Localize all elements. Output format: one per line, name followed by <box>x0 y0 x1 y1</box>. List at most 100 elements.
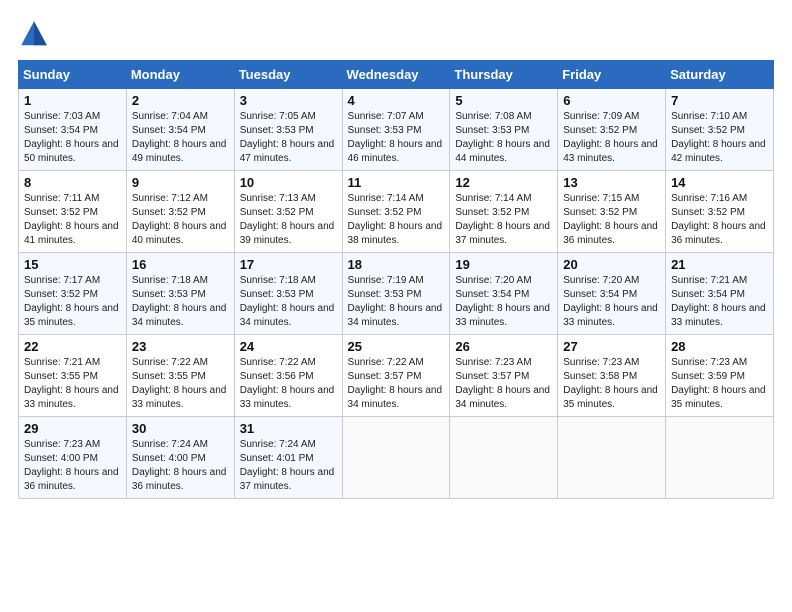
day-number: 16 <box>132 257 229 272</box>
calendar-day-cell: 24 Sunrise: 7:22 AMSunset: 3:56 PMDayligh… <box>234 335 342 417</box>
logo-icon <box>18 18 50 50</box>
calendar-day-cell: 21 Sunrise: 7:21 AMSunset: 3:54 PMDayligh… <box>666 253 774 335</box>
logo <box>18 18 56 50</box>
day-info: Sunrise: 7:22 AMSunset: 3:55 PMDaylight:… <box>132 357 227 410</box>
calendar-day-cell: 4 Sunrise: 7:07 AMSunset: 3:53 PMDaylight… <box>342 89 450 171</box>
weekday-header: Sunday <box>19 61 127 89</box>
day-info: Sunrise: 7:16 AMSunset: 3:52 PMDaylight:… <box>671 193 766 246</box>
day-number: 15 <box>24 257 121 272</box>
day-number: 17 <box>240 257 337 272</box>
day-number: 7 <box>671 93 768 108</box>
calendar-week-row: 8 Sunrise: 7:11 AMSunset: 3:52 PMDaylight… <box>19 171 774 253</box>
calendar-day-cell: 20Sunrise: 7:20 AMSunset: 3:54 PMDayligh… <box>558 253 666 335</box>
day-info: Sunrise: 7:07 AMSunset: 3:53 PMDaylight:… <box>348 111 443 164</box>
day-number: 28 <box>671 339 768 354</box>
day-number: 6 <box>563 93 660 108</box>
day-number: 8 <box>24 175 121 190</box>
calendar-day-cell: 1 Sunrise: 7:03 AMSunset: 3:54 PMDaylight… <box>19 89 127 171</box>
calendar-week-row: 1 Sunrise: 7:03 AMSunset: 3:54 PMDaylight… <box>19 89 774 171</box>
day-number: 23 <box>132 339 229 354</box>
calendar-day-cell: 12Sunrise: 7:14 AMSunset: 3:52 PMDayligh… <box>450 171 558 253</box>
calendar-day-cell: 18Sunrise: 7:19 AMSunset: 3:53 PMDayligh… <box>342 253 450 335</box>
calendar: SundayMondayTuesdayWednesdayThursdayFrid… <box>18 60 774 499</box>
calendar-day-cell: 25Sunrise: 7:22 AMSunset: 3:57 PMDayligh… <box>342 335 450 417</box>
day-info: Sunrise: 7:24 AMSunset: 4:00 PMDaylight:… <box>132 439 227 492</box>
day-number: 31 <box>240 421 337 436</box>
day-number: 20 <box>563 257 660 272</box>
calendar-week-row: 15 Sunrise: 7:17 AMSunset: 3:52 PMDayligh… <box>19 253 774 335</box>
day-number: 29 <box>24 421 121 436</box>
day-info: Sunrise: 7:21 AMSunset: 3:55 PMDaylight:… <box>24 357 119 410</box>
day-info: Sunrise: 7:08 AMSunset: 3:53 PMDaylight:… <box>455 111 550 164</box>
calendar-day-cell: 17 Sunrise: 7:18 AMSunset: 3:53 PMDayligh… <box>234 253 342 335</box>
day-info: Sunrise: 7:18 AMSunset: 3:53 PMDaylight:… <box>240 275 335 328</box>
day-number: 5 <box>455 93 552 108</box>
day-number: 10 <box>240 175 337 190</box>
weekday-header: Tuesday <box>234 61 342 89</box>
header <box>18 18 774 50</box>
calendar-day-cell: 8 Sunrise: 7:11 AMSunset: 3:52 PMDaylight… <box>19 171 127 253</box>
day-number: 1 <box>24 93 121 108</box>
day-number: 30 <box>132 421 229 436</box>
calendar-day-cell: 26 Sunrise: 7:23 AMSunset: 3:57 PMDayligh… <box>450 335 558 417</box>
day-info: Sunrise: 7:20 AMSunset: 3:54 PMDaylight:… <box>455 275 550 328</box>
day-info: Sunrise: 7:04 AMSunset: 3:54 PMDaylight:… <box>132 111 227 164</box>
calendar-day-cell: 2Sunrise: 7:04 AMSunset: 3:54 PMDaylight… <box>126 89 234 171</box>
day-info: Sunrise: 7:12 AMSunset: 3:52 PMDaylight:… <box>132 193 227 246</box>
weekday-header: Friday <box>558 61 666 89</box>
calendar-day-cell: 30 Sunrise: 7:24 AMSunset: 4:00 PMDayligh… <box>126 417 234 499</box>
calendar-week-row: 29Sunrise: 7:23 AMSunset: 4:00 PMDayligh… <box>19 417 774 499</box>
day-number: 13 <box>563 175 660 190</box>
calendar-day-cell: 15 Sunrise: 7:17 AMSunset: 3:52 PMDayligh… <box>19 253 127 335</box>
weekday-header: Wednesday <box>342 61 450 89</box>
day-info: Sunrise: 7:22 AMSunset: 3:56 PMDaylight:… <box>240 357 335 410</box>
day-info: Sunrise: 7:14 AMSunset: 3:52 PMDaylight:… <box>348 193 443 246</box>
day-info: Sunrise: 7:23 AMSunset: 3:59 PMDaylight:… <box>671 357 766 410</box>
day-number: 19 <box>455 257 552 272</box>
calendar-day-cell: 9 Sunrise: 7:12 AMSunset: 3:52 PMDaylight… <box>126 171 234 253</box>
weekday-header: Saturday <box>666 61 774 89</box>
calendar-day-cell: 22 Sunrise: 7:21 AMSunset: 3:55 PMDayligh… <box>19 335 127 417</box>
day-info: Sunrise: 7:19 AMSunset: 3:53 PMDaylight:… <box>348 275 443 328</box>
weekday-header: Thursday <box>450 61 558 89</box>
day-info: Sunrise: 7:18 AMSunset: 3:53 PMDaylight:… <box>132 275 227 328</box>
day-info: Sunrise: 7:23 AMSunset: 3:57 PMDaylight:… <box>455 357 550 410</box>
day-info: Sunrise: 7:17 AMSunset: 3:52 PMDaylight:… <box>24 275 119 328</box>
day-number: 24 <box>240 339 337 354</box>
calendar-day-cell: 19 Sunrise: 7:20 AMSunset: 3:54 PMDayligh… <box>450 253 558 335</box>
day-number: 25 <box>348 339 445 354</box>
weekday-header: Monday <box>126 61 234 89</box>
day-number: 26 <box>455 339 552 354</box>
calendar-day-cell: 3 Sunrise: 7:05 AMSunset: 3:53 PMDaylight… <box>234 89 342 171</box>
calendar-day-cell <box>558 417 666 499</box>
calendar-day-cell: 28 Sunrise: 7:23 AMSunset: 3:59 PMDayligh… <box>666 335 774 417</box>
calendar-day-cell: 14Sunrise: 7:16 AMSunset: 3:52 PMDayligh… <box>666 171 774 253</box>
day-info: Sunrise: 7:10 AMSunset: 3:52 PMDaylight:… <box>671 111 766 164</box>
page: SundayMondayTuesdayWednesdayThursdayFrid… <box>0 0 792 612</box>
day-number: 21 <box>671 257 768 272</box>
day-info: Sunrise: 7:23 AMSunset: 3:58 PMDaylight:… <box>563 357 658 410</box>
day-number: 4 <box>348 93 445 108</box>
calendar-day-cell: 31 Sunrise: 7:24 AMSunset: 4:01 PMDayligh… <box>234 417 342 499</box>
day-number: 27 <box>563 339 660 354</box>
day-info: Sunrise: 7:09 AMSunset: 3:52 PMDaylight:… <box>563 111 658 164</box>
day-info: Sunrise: 7:05 AMSunset: 3:53 PMDaylight:… <box>240 111 335 164</box>
calendar-day-cell: 16 Sunrise: 7:18 AMSunset: 3:53 PMDayligh… <box>126 253 234 335</box>
calendar-day-cell <box>450 417 558 499</box>
day-info: Sunrise: 7:03 AMSunset: 3:54 PMDaylight:… <box>24 111 119 164</box>
calendar-day-cell: 7 Sunrise: 7:10 AMSunset: 3:52 PMDaylight… <box>666 89 774 171</box>
day-info: Sunrise: 7:21 AMSunset: 3:54 PMDaylight:… <box>671 275 766 328</box>
day-info: Sunrise: 7:11 AMSunset: 3:52 PMDaylight:… <box>24 193 119 246</box>
calendar-day-cell: 27 Sunrise: 7:23 AMSunset: 3:58 PMDayligh… <box>558 335 666 417</box>
day-number: 3 <box>240 93 337 108</box>
calendar-week-row: 22 Sunrise: 7:21 AMSunset: 3:55 PMDayligh… <box>19 335 774 417</box>
day-info: Sunrise: 7:13 AMSunset: 3:52 PMDaylight:… <box>240 193 335 246</box>
day-info: Sunrise: 7:24 AMSunset: 4:01 PMDaylight:… <box>240 439 335 492</box>
calendar-day-cell <box>666 417 774 499</box>
calendar-day-cell: 13Sunrise: 7:15 AMSunset: 3:52 PMDayligh… <box>558 171 666 253</box>
day-info: Sunrise: 7:14 AMSunset: 3:52 PMDaylight:… <box>455 193 550 246</box>
calendar-day-cell: 10 Sunrise: 7:13 AMSunset: 3:52 PMDayligh… <box>234 171 342 253</box>
calendar-day-cell: 5 Sunrise: 7:08 AMSunset: 3:53 PMDaylight… <box>450 89 558 171</box>
day-number: 9 <box>132 175 229 190</box>
day-number: 22 <box>24 339 121 354</box>
